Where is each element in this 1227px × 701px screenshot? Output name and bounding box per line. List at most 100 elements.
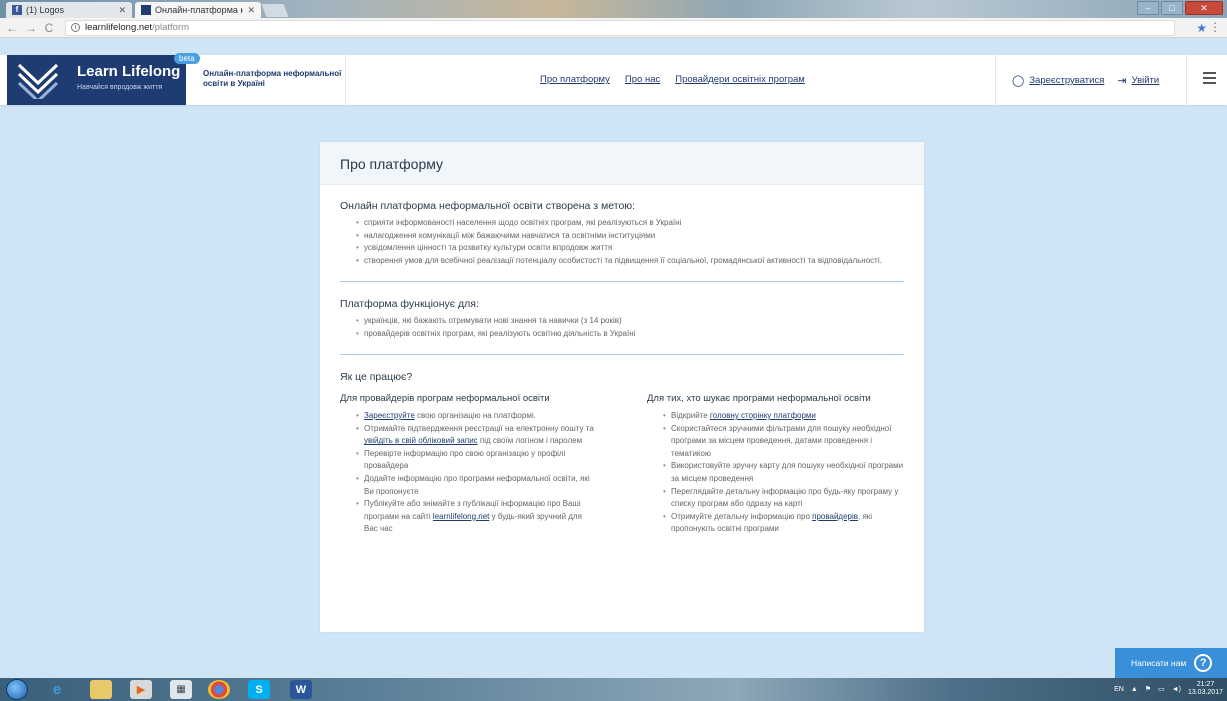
list-item: налагодження комунікації між бажаючими н… bbox=[356, 230, 904, 243]
divider bbox=[995, 55, 996, 105]
list-item: Відкрийте головну сторінку платформи bbox=[663, 410, 904, 423]
chat-label: Написати нам bbox=[1131, 658, 1187, 668]
user-icon: ◯ bbox=[1012, 75, 1025, 87]
list-item: Додайте інформацію про програми неформал… bbox=[356, 473, 597, 498]
list-item: Перевірте інформацію про свою організаці… bbox=[356, 448, 597, 473]
list-item: Публікуйте або знімайте з публікації інф… bbox=[356, 498, 597, 536]
logo-title: Learn Lifelong bbox=[77, 63, 181, 80]
close-icon[interactable]: ✕ bbox=[247, 5, 255, 16]
site-favicon-icon bbox=[141, 5, 151, 15]
site-logo[interactable]: Learn Lifelong Навчайся впродовж життя bbox=[7, 55, 186, 105]
tray-arrow-icon[interactable]: ▲ bbox=[1131, 686, 1138, 693]
browser-tab-platform[interactable]: Онлайн-платформа нео ✕ bbox=[135, 2, 261, 18]
divider bbox=[340, 354, 904, 355]
list-item: створення умов для всебічної реалізації … bbox=[356, 255, 904, 268]
list-item: провайдерів освітніх програм, які реаліз… bbox=[356, 328, 904, 341]
register-inline-link[interactable]: Зареєструйте bbox=[364, 411, 415, 420]
seekers-column: Для тих, хто шукає програми неформальної… bbox=[647, 393, 904, 536]
login-icon: ⇥ bbox=[1117, 75, 1127, 87]
login-link[interactable]: Увійти bbox=[1132, 75, 1160, 86]
explorer-icon[interactable] bbox=[90, 680, 112, 699]
home-inline-link[interactable]: головну сторінку платформи bbox=[710, 411, 816, 420]
new-tab-button[interactable] bbox=[261, 4, 289, 17]
browser-menu-icon[interactable]: ⋮ bbox=[1209, 20, 1221, 34]
divider bbox=[345, 55, 346, 105]
media-player-icon[interactable]: ▶ bbox=[130, 680, 152, 699]
register-link[interactable]: Зареєструватися bbox=[1029, 75, 1104, 86]
nav-about-platform[interactable]: Про платформу bbox=[540, 74, 610, 85]
site-tagline: Онлайн-платформа неформальної освіти в У… bbox=[203, 69, 342, 88]
goals-list: сприяти інформованості населення щодо ос… bbox=[340, 217, 904, 267]
column-title: Для тих, хто шукає програми неформальної… bbox=[647, 393, 871, 404]
facebook-icon: f bbox=[12, 5, 22, 15]
question-icon: ? bbox=[1194, 654, 1213, 672]
url-path: /platform bbox=[152, 22, 190, 33]
logo-chevrons-icon bbox=[17, 63, 59, 99]
list-item-text: Отримуйте детальну інформацію про bbox=[671, 511, 813, 521]
card-title: Про платформу bbox=[320, 142, 924, 185]
start-button[interactable] bbox=[6, 679, 28, 700]
list-item: усвідомлення цінності та розвитку культу… bbox=[356, 242, 904, 255]
reload-icon[interactable]: C bbox=[44, 21, 54, 35]
list-item: сприяти інформованості населення щодо ос… bbox=[356, 217, 904, 230]
tab-title: (1) Logos bbox=[26, 5, 65, 15]
auth-links: ◯ Зареєструватися ⇥ Увійти bbox=[1012, 74, 1159, 87]
login-inline-link[interactable]: увійдіть в свій обліковий запис bbox=[364, 436, 478, 445]
about-card: Про платформу Онлайн платформа неформаль… bbox=[320, 142, 924, 632]
audience-list: українців, які бажають отримувати нові з… bbox=[340, 315, 904, 340]
section-title: Платформа функціонує для: bbox=[340, 298, 479, 310]
language-indicator[interactable]: EN bbox=[1114, 686, 1124, 693]
list-item-text: під своїм логіном і паролем bbox=[477, 436, 583, 446]
volume-icon[interactable]: ◄) bbox=[1172, 686, 1181, 693]
url-input[interactable]: i learnlifelong.net/platform bbox=[65, 19, 1175, 36]
section-title: Онлайн платформа неформальної освіти ств… bbox=[340, 200, 636, 212]
divider bbox=[1186, 55, 1187, 105]
apps-grid-icon[interactable]: ▦ bbox=[170, 680, 192, 699]
bookmark-star-icon[interactable]: ★ bbox=[1196, 21, 1207, 35]
info-icon[interactable]: i bbox=[71, 23, 80, 32]
window-controls: – □ ✕ bbox=[1137, 1, 1223, 15]
system-tray: EN ▲ ⚑ ▭ ◄) 21:27 13.03.2017 bbox=[1114, 681, 1223, 697]
section-title: Як це працює? bbox=[340, 371, 413, 383]
url-host: learnlifelong.net bbox=[85, 22, 153, 33]
nav-providers[interactable]: Провайдери освітніх програм bbox=[675, 74, 805, 85]
site-inline-link[interactable]: learnlifelong.net bbox=[433, 512, 489, 521]
minimize-icon[interactable]: – bbox=[1137, 1, 1159, 15]
divider bbox=[340, 281, 904, 282]
hamburger-menu-icon[interactable] bbox=[1203, 72, 1216, 84]
browser-tab-logos[interactable]: f (1) Logos ✕ bbox=[6, 2, 132, 18]
flag-icon[interactable]: ⚑ bbox=[1145, 685, 1151, 693]
chrome-icon[interactable] bbox=[208, 680, 230, 699]
list-item-text: Отримайте підтвердження реєстрації на ел… bbox=[364, 423, 594, 433]
address-bar: ← → C i learnlifelong.net/platform bbox=[0, 18, 1227, 38]
network-icon[interactable]: ▭ bbox=[1158, 685, 1165, 693]
ie-icon[interactable]: e bbox=[46, 680, 68, 699]
close-icon[interactable]: ✕ bbox=[118, 5, 126, 16]
maximize-icon[interactable]: □ bbox=[1161, 1, 1183, 15]
list-item-text: Відкрийте bbox=[671, 411, 710, 420]
beta-badge: beta bbox=[174, 53, 200, 64]
clock[interactable]: 21:27 13.03.2017 bbox=[1188, 681, 1223, 697]
clock-date: 13.03.2017 bbox=[1187, 689, 1223, 696]
skype-icon[interactable]: S bbox=[248, 680, 270, 699]
main-nav: Про платформу Про нас Провайдери освітні… bbox=[540, 74, 805, 85]
list-item: українців, які бажають отримувати нові з… bbox=[356, 315, 904, 328]
column-title: Для провайдерів програм неформальної осв… bbox=[340, 393, 550, 404]
windows-taskbar: e ▶ ▦ S W EN ▲ ⚑ ▭ ◄) 21:27 13.03.2017 bbox=[0, 678, 1227, 701]
word-icon[interactable]: W bbox=[290, 680, 312, 699]
list-item: Переглядайте детальну інформацію про буд… bbox=[663, 486, 904, 511]
providers-inline-link[interactable]: провайдерів bbox=[812, 512, 858, 521]
list-item: Зареєструйте свою організацію на платфор… bbox=[356, 410, 597, 423]
nav-about-us[interactable]: Про нас bbox=[625, 74, 660, 85]
providers-column: Для провайдерів програм неформальної осв… bbox=[340, 393, 597, 536]
site-header: Learn Lifelong Навчайся впродовж життя b… bbox=[0, 53, 1227, 105]
window-close-icon[interactable]: ✕ bbox=[1185, 1, 1223, 15]
tab-title: Онлайн-платформа нео bbox=[155, 5, 244, 15]
list-item: Використовуйте зручну карту для пошуку н… bbox=[663, 460, 904, 485]
back-icon[interactable]: ← bbox=[6, 21, 18, 35]
logo-subtitle: Навчайся впродовж життя bbox=[77, 84, 163, 91]
list-item-text: свою організацію на платформі. bbox=[414, 411, 536, 420]
list-item: Скористайтеся зручними фільтрами для пош… bbox=[663, 423, 904, 461]
forward-icon[interactable]: → bbox=[25, 21, 37, 35]
write-us-button[interactable]: Написати нам ? bbox=[1115, 648, 1227, 678]
